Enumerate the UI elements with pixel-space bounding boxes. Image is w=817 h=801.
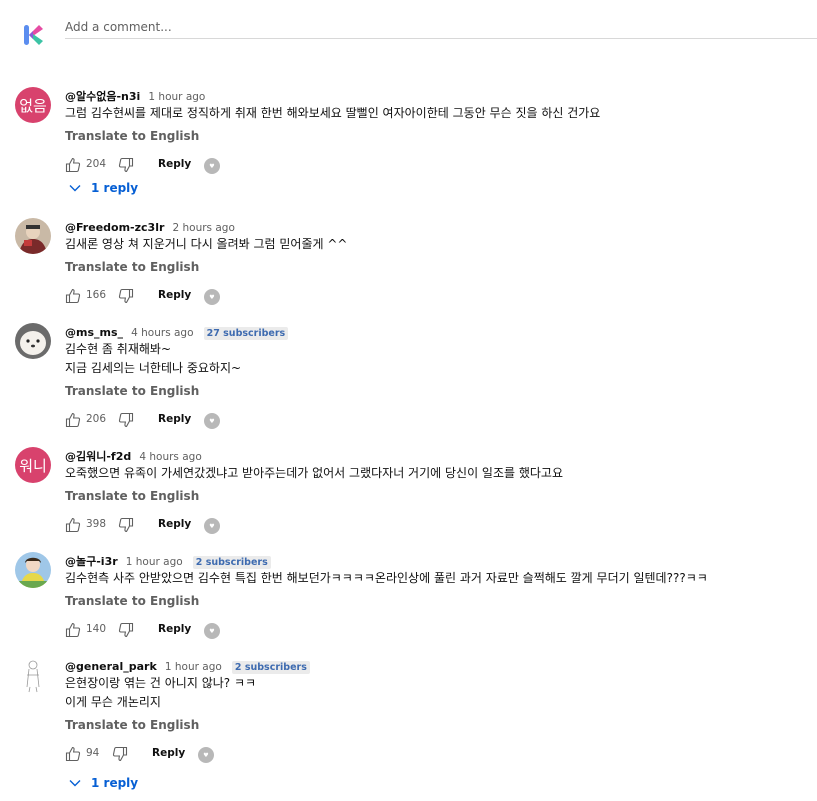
- comment-time[interactable]: 1 hour ago: [165, 661, 222, 673]
- avatar[interactable]: 없음: [15, 87, 51, 123]
- avatar-initials: 없음: [19, 96, 47, 115]
- like-icon[interactable]: [65, 517, 81, 533]
- comment-text: 은현장이랑 엮는 건 아니지 않나? ㅋㅋ: [65, 676, 257, 690]
- dislike-icon[interactable]: [118, 412, 134, 428]
- comment-actions: 166 Reply ♥: [65, 286, 817, 308]
- like-count: 206: [86, 413, 107, 425]
- comment-author[interactable]: @김워니-f2d: [65, 450, 131, 463]
- reply-button[interactable]: Reply: [152, 747, 185, 759]
- creator-heart-icon[interactable]: ♥: [204, 413, 220, 429]
- avatar[interactable]: 워니: [15, 447, 51, 483]
- channel-logo-icon: [24, 25, 43, 45]
- like-count: 398: [86, 518, 107, 530]
- dislike-icon[interactable]: [118, 517, 134, 533]
- translate-link[interactable]: Translate to English: [65, 259, 817, 276]
- view-replies-button[interactable]: 1 reply: [69, 774, 138, 792]
- creator-heart-icon[interactable]: ♥: [204, 289, 220, 305]
- add-comment-row: [0, 0, 817, 50]
- avatar-image-icon: [15, 218, 51, 254]
- comment-author[interactable]: @ms_ms_: [65, 326, 123, 339]
- comment-author[interactable]: @놀구-i3r: [65, 555, 118, 568]
- reply-button[interactable]: Reply: [158, 623, 191, 635]
- comment-actions: 94 Reply ♥: [65, 744, 817, 766]
- avatar[interactable]: [15, 657, 51, 693]
- subscriber-badge: 2 subscribers: [192, 556, 271, 569]
- avatar-image-icon: [15, 657, 51, 693]
- comment-body: @general_park 1 hour ago 2 subscribers 은…: [65, 657, 817, 766]
- dislike-icon[interactable]: [118, 288, 134, 304]
- translate-link[interactable]: Translate to English: [65, 383, 817, 400]
- comment-actions: 204 Reply ♥: [65, 155, 817, 177]
- dislike-icon[interactable]: [112, 746, 128, 762]
- comment-text: 김수현 좀 취재해봐~: [65, 342, 172, 356]
- comment-actions: 206 Reply ♥: [65, 410, 817, 432]
- avatar[interactable]: [15, 323, 51, 359]
- comment-text: 이게 무슨 개논리지: [65, 695, 161, 709]
- like-icon[interactable]: [65, 412, 81, 428]
- comment-time[interactable]: 4 hours ago: [131, 327, 193, 339]
- replies-label: 1 reply: [91, 181, 139, 195]
- avatar[interactable]: [15, 218, 51, 254]
- like-icon[interactable]: [65, 622, 81, 638]
- comment-body: @ms_ms_ 4 hours ago 27 subscribers 김수현 좀…: [65, 323, 817, 432]
- avatar[interactable]: [15, 552, 51, 588]
- comment-body: @김워니-f2d 4 hours ago 오죽했으면 유족이 가세연갔겠냐고 받…: [65, 447, 817, 537]
- comment-actions: 140 Reply ♥: [65, 620, 817, 642]
- comment-text: 지금 김세의는 너한테나 중요하지~: [65, 361, 242, 375]
- creator-heart-icon[interactable]: ♥: [204, 158, 220, 174]
- comment-body: @알수없음-n3i 1 hour ago 그럼 김수현씨를 제대로 정직하게 취…: [65, 87, 817, 177]
- like-count: 94: [86, 747, 100, 759]
- like-icon[interactable]: [65, 288, 81, 304]
- creator-heart-icon[interactable]: ♥: [204, 518, 220, 534]
- comment-text: 그럼 김수현씨를 제대로 정직하게 취재 한번 해와보세요 딸뻘인 여자아이한테…: [65, 106, 601, 120]
- comment-actions: 398 Reply ♥: [65, 515, 817, 537]
- comment-text: 김새론 영상 쳐 지운거니 다시 올려봐 그럼 믿어줄게 ^^: [65, 237, 348, 251]
- like-icon[interactable]: [65, 157, 81, 173]
- dislike-icon[interactable]: [118, 157, 134, 173]
- like-count: 204: [86, 158, 107, 170]
- creator-heart-icon[interactable]: ♥: [198, 747, 214, 763]
- subscriber-badge: 27 subscribers: [203, 327, 289, 340]
- comment-text: 김수현측 사주 안받았으면 김수현 특집 한번 해보던가ㅋㅋㅋㅋ온라인상에 풀린…: [65, 571, 708, 585]
- reply-button[interactable]: Reply: [158, 413, 191, 425]
- comment-time[interactable]: 1 hour ago: [126, 556, 183, 568]
- comment-time[interactable]: 1 hour ago: [148, 91, 205, 103]
- comment-body: @Freedom-zc3lr 2 hours ago 김새론 영상 쳐 지운거니…: [65, 218, 817, 308]
- add-comment-input[interactable]: [65, 16, 817, 39]
- comment-text: 오죽했으면 유족이 가세연갔겠냐고 받아주는데가 없어서 그랬다자너 거기에 당…: [65, 466, 564, 480]
- translate-link[interactable]: Translate to English: [65, 593, 817, 610]
- comment-time[interactable]: 2 hours ago: [172, 222, 234, 234]
- translate-link[interactable]: Translate to English: [65, 488, 817, 505]
- view-replies-button[interactable]: 1 reply: [69, 179, 138, 197]
- translate-link[interactable]: Translate to English: [65, 128, 817, 145]
- comment-author[interactable]: @general_park: [65, 660, 157, 673]
- chevron-down-icon: [69, 780, 81, 787]
- dislike-icon[interactable]: [118, 622, 134, 638]
- reply-button[interactable]: Reply: [158, 518, 191, 530]
- reply-button[interactable]: Reply: [158, 158, 191, 170]
- comment-time[interactable]: 4 hours ago: [139, 451, 201, 463]
- chevron-down-icon: [69, 185, 81, 192]
- comment-body: @놀구-i3r 1 hour ago 2 subscribers 김수현측 사주…: [65, 552, 817, 642]
- like-count: 166: [86, 289, 107, 301]
- replies-label: 1 reply: [91, 776, 139, 790]
- reply-button[interactable]: Reply: [158, 289, 191, 301]
- avatar-image-icon: [15, 552, 51, 588]
- subscriber-badge: 2 subscribers: [231, 661, 310, 674]
- avatar-image-icon: [15, 323, 51, 359]
- like-icon[interactable]: [65, 746, 81, 762]
- comment-author[interactable]: @Freedom-zc3lr: [65, 221, 164, 234]
- translate-link[interactable]: Translate to English: [65, 717, 817, 734]
- creator-heart-icon[interactable]: ♥: [204, 623, 220, 639]
- like-count: 140: [86, 623, 107, 635]
- avatar-initials: 워니: [19, 456, 47, 475]
- comment-author[interactable]: @알수없음-n3i: [65, 90, 140, 103]
